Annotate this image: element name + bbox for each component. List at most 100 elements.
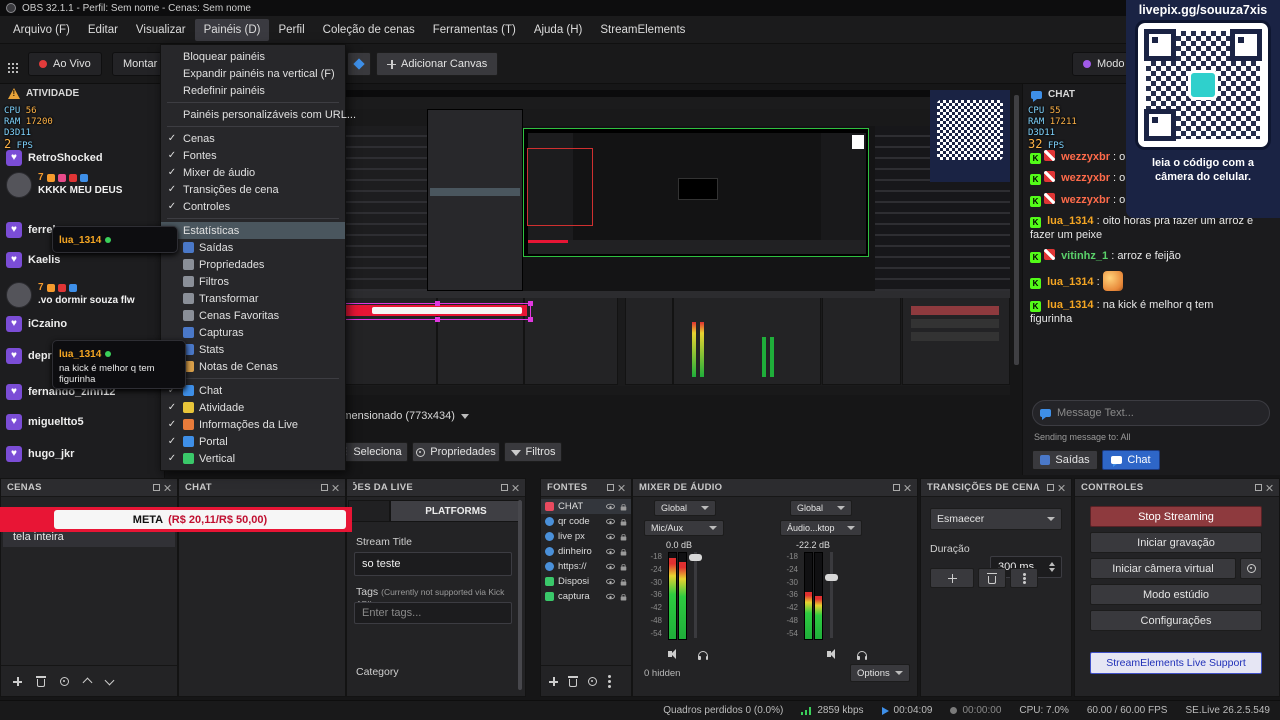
dock-close-icon[interactable] [1057,484,1065,492]
outputs-dock-button[interactable]: Saídas [1032,450,1098,470]
dock-float-icon[interactable] [893,484,901,491]
menu-colecao-cenas[interactable]: Coleção de cenas [314,19,424,41]
preview-scale-select[interactable]: Dimensionado (773x434) [332,410,469,422]
menu-item-transformar[interactable]: Transformar [161,290,345,307]
visibility-icon[interactable] [606,578,615,585]
tags-input[interactable]: Enter tags... [354,602,512,624]
start-recording-button[interactable]: Iniciar gravação [1090,532,1262,553]
mic-mute-button[interactable] [668,648,676,659]
studio-mode-button[interactable]: Modo estúdio [1090,584,1262,605]
source-properties-button[interactable] [588,677,597,686]
grip-icon[interactable] [8,62,10,65]
activity-event[interactable]: Kaelis [6,252,60,268]
scrollbar[interactable] [518,500,522,690]
dock-float-icon[interactable] [321,484,329,491]
source-item[interactable]: https:// [541,559,631,574]
lock-icon[interactable] [620,578,627,586]
remove-source-button[interactable] [568,676,578,687]
add-scene-button[interactable] [13,677,22,686]
desktop-source-select[interactable]: Áudio...ktop [780,520,862,536]
visibility-icon[interactable] [606,548,615,555]
source-item[interactable]: qr code [541,514,631,529]
activity-event[interactable]: 7 .vo dormir souza flw [6,282,135,308]
activity-event[interactable]: hugo_jkr [6,446,74,462]
source-item[interactable]: Disposi [541,574,631,589]
scene-filters-button[interactable] [60,677,69,686]
se-live-support-button[interactable]: StreamElements Live Support [1090,652,1262,674]
canvas-switch-button[interactable] [347,52,371,76]
tab-general-info[interactable] [348,500,390,522]
menu-item-paineis-url[interactable]: Painéis personalizáveis com URL... [161,106,356,123]
source-item[interactable]: live px [541,529,631,544]
transition-options-button[interactable] [1010,568,1038,588]
lock-icon[interactable] [620,548,627,556]
scrollbar[interactable] [1014,95,1019,365]
menu-item-chat[interactable]: Chat [161,382,345,399]
remove-transition-button[interactable] [978,568,1006,588]
menu-item-estatisticas[interactable]: Estatísticas [161,222,345,239]
tab-platforms[interactable]: PLATFORMS [390,500,522,522]
mic-monitor-button[interactable] [698,651,709,661]
transition-select[interactable]: Esmaecer [930,508,1062,530]
desktop-volume-knob[interactable] [825,574,838,581]
menu-item-cenas[interactable]: Cenas [161,130,345,147]
menu-streamelements[interactable]: StreamElements [591,19,694,41]
stop-streaming-button[interactable]: Stop Streaming [1090,506,1262,527]
chat-dock-button[interactable]: Chat [1102,450,1160,470]
menu-item-notas-de-cenas[interactable]: Notas de Cenas [161,358,345,375]
source-item[interactable]: captura [541,589,631,604]
dock-close-icon[interactable] [331,484,339,492]
add-transition-button[interactable] [930,568,974,588]
menu-item-expandir-paineis[interactable]: Expandir painéis na vertical (F) [161,65,345,82]
menu-item-atividade[interactable]: Atividade [161,399,345,416]
lock-icon[interactable] [620,503,627,511]
menu-item-filtros[interactable]: Filtros [161,273,345,290]
dock-float-icon[interactable] [1047,484,1055,491]
menu-ajuda[interactable]: Ajuda (H) [525,19,592,41]
menu-item-transicoes[interactable]: Transições de cena [161,181,345,198]
move-down-button[interactable] [104,675,115,686]
visibility-icon[interactable] [606,503,615,510]
properties-button[interactable]: Propriedades [412,442,500,462]
menu-item-cenas-favoritas[interactable]: Cenas Favoritas [161,307,345,324]
notification-toast[interactable]: lua_1314 na kick é melhor q tem figurinh… [52,340,186,389]
mic-source-select[interactable]: Mic/Aux [644,520,724,536]
lock-icon[interactable] [620,593,627,601]
menu-item-controles[interactable]: Controles [161,198,345,215]
mic-global-select[interactable]: Global [654,500,716,516]
settings-button[interactable]: Configurações [1090,610,1262,631]
chat-message-input[interactable]: Message Text... [1032,400,1270,426]
menu-item-informacoes-da-live[interactable]: Informações da Live [161,416,345,433]
dock-float-icon[interactable] [501,484,509,491]
menu-item-stats[interactable]: Stats [161,341,345,358]
dock-close-icon[interactable] [163,484,171,492]
menu-item-propriedades[interactable]: Propriedades [161,256,345,273]
menu-visualizar[interactable]: Visualizar [127,19,195,41]
desktop-monitor-button[interactable] [857,651,868,661]
lock-icon[interactable] [620,563,627,571]
dock-close-icon[interactable] [1265,484,1273,492]
menu-item-capturas[interactable]: Capturas [161,324,345,341]
live-tab[interactable]: Ao Vivo [28,52,102,76]
desktop-volume-slider[interactable] [830,552,833,638]
visibility-icon[interactable] [606,518,615,525]
remove-scene-button[interactable] [36,676,46,687]
activity-event[interactable]: iCzaino [6,316,67,332]
dock-close-icon[interactable] [511,484,519,492]
activity-event[interactable]: 7 KKKK MEU DEUS [6,172,122,198]
menu-item-mixer[interactable]: Mixer de áudio [161,164,345,181]
dock-float-icon[interactable] [1255,484,1263,491]
lock-icon[interactable] [620,533,627,541]
menu-ferramentas[interactable]: Ferramentas (T) [424,19,525,41]
mic-volume-slider[interactable] [694,552,697,638]
desktop-global-select[interactable]: Global [790,500,852,516]
visibility-icon[interactable] [606,533,615,540]
filters-button[interactable]: Filtros [504,442,562,462]
menu-arquivo[interactable]: Arquivo (F) [4,19,79,41]
visibility-icon[interactable] [606,593,615,600]
activity-event[interactable]: RetroShocked [6,150,103,166]
more-options-icon[interactable] [608,675,611,678]
notification-toast[interactable]: lua_1314 [52,226,178,253]
preview-canvas[interactable] [344,90,1010,395]
activity-event[interactable]: migueltto5 [6,414,84,430]
